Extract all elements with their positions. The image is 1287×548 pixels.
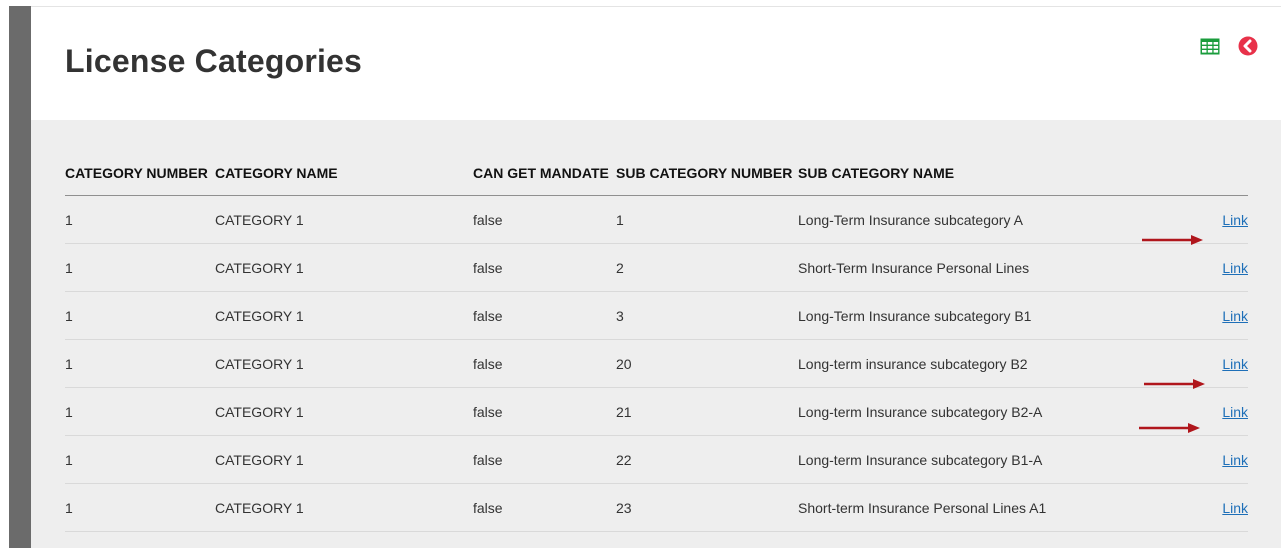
content-area: CATEGORY NUMBER CATEGORY NAME CAN GET MA…	[31, 120, 1281, 548]
row-link[interactable]: Link	[1222, 356, 1248, 372]
cell-category-name: CATEGORY 1	[215, 483, 473, 532]
side-strip	[9, 6, 31, 548]
cell-link: Link	[1198, 435, 1248, 484]
cell-category-number: 1	[65, 291, 215, 340]
cell-category-name: CATEGORY 1	[215, 291, 473, 340]
cell-sub-category-name: Long-term Insurance subcategory B1-A	[798, 435, 1198, 484]
row-link[interactable]: Link	[1222, 260, 1248, 276]
cell-sub-category-name: Long-term Insurance subcategory B2-A	[798, 387, 1198, 436]
cell-category-number: 1	[65, 339, 215, 388]
header-actions	[1198, 160, 1248, 196]
cell-category-name: CATEGORY 1	[215, 339, 473, 388]
row-link[interactable]: Link	[1222, 308, 1248, 324]
page-header: License Categories	[31, 7, 1281, 120]
cell-sub-category-name: Long-term insurance subcategory B2	[798, 339, 1198, 388]
cell-link: Link	[1198, 483, 1248, 532]
header-category-name[interactable]: CATEGORY NAME	[215, 160, 473, 196]
license-categories-table: CATEGORY NUMBER CATEGORY NAME CAN GET MA…	[65, 160, 1248, 532]
cell-sub-category-name: Long-Term Insurance subcategory B1	[798, 291, 1198, 340]
cell-can-get-mandate: false	[473, 435, 616, 484]
cell-can-get-mandate: false	[473, 195, 616, 244]
cell-sub-category-name: Short-Term Insurance Personal Lines	[798, 243, 1198, 292]
cell-can-get-mandate: false	[473, 339, 616, 388]
header-sub-category-number[interactable]: SUB CATEGORY NUMBER	[616, 160, 798, 196]
table-row: 1 CATEGORY 1 false 22 Long-term Insurance su…	[65, 435, 1248, 484]
app-window: License Categories CATEGORY NUMBER CATEG…	[0, 0, 1287, 548]
cell-link: Link	[1198, 243, 1248, 292]
cell-category-name: CATEGORY 1	[215, 243, 473, 292]
cell-link: Link	[1198, 195, 1248, 244]
table-row: 1 CATEGORY 1 false 21 Long-term Insurance su…	[65, 387, 1248, 436]
header-can-get-mandate[interactable]: CAN GET MANDATE	[473, 160, 616, 196]
table-grid-icon	[1200, 38, 1220, 54]
table-row: 1 CATEGORY 1 false 3 Long-Term Insurance sub…	[65, 291, 1248, 340]
table-row: 1 CATEGORY 1 false 20 Long-term insurance su…	[65, 339, 1248, 388]
row-link[interactable]: Link	[1222, 404, 1248, 420]
cell-category-number: 1	[65, 435, 215, 484]
cell-can-get-mandate: false	[473, 291, 616, 340]
cell-category-name: CATEGORY 1	[215, 195, 473, 244]
row-link[interactable]: Link	[1222, 452, 1248, 468]
export-table-button[interactable]	[1199, 35, 1221, 57]
page-title: License Categories	[65, 43, 363, 79]
table-header-row: CATEGORY NUMBER CATEGORY NAME CAN GET MA…	[65, 160, 1248, 196]
cell-can-get-mandate: false	[473, 243, 616, 292]
cell-sub-category-number: 20	[616, 339, 798, 388]
back-button[interactable]	[1237, 35, 1259, 57]
cell-sub-category-number: 2	[616, 243, 798, 292]
cell-sub-category-number: 22	[616, 435, 798, 484]
cell-category-name: CATEGORY 1	[215, 435, 473, 484]
cell-sub-category-number: 23	[616, 483, 798, 532]
cell-link: Link	[1198, 339, 1248, 388]
table-row: 1 CATEGORY 1 false 1 Long-Term Insurance sub…	[65, 195, 1248, 244]
cell-sub-category-number: 3	[616, 291, 798, 340]
cell-can-get-mandate: false	[473, 387, 616, 436]
table-row: 1 CATEGORY 1 false 2 Short-Term Insurance Pe…	[65, 243, 1248, 292]
row-link[interactable]: Link	[1222, 212, 1248, 228]
cell-sub-category-name: Long-Term Insurance subcategory A	[798, 195, 1198, 244]
cell-link: Link	[1198, 387, 1248, 436]
header-sub-category-name[interactable]: SUB CATEGORY NAME	[798, 160, 1198, 196]
row-link[interactable]: Link	[1222, 500, 1248, 516]
header-category-number[interactable]: CATEGORY NUMBER	[65, 160, 215, 196]
cell-category-number: 1	[65, 387, 215, 436]
cell-link: Link	[1198, 291, 1248, 340]
cell-category-name: CATEGORY 1	[215, 387, 473, 436]
cell-category-number: 1	[65, 483, 215, 532]
circle-chevron-left-icon	[1238, 36, 1258, 56]
cell-can-get-mandate: false	[473, 483, 616, 532]
cell-category-number: 1	[65, 243, 215, 292]
table-row: 1 CATEGORY 1 false 23 Short-term Insurance P…	[65, 483, 1248, 532]
cell-sub-category-number: 1	[616, 195, 798, 244]
cell-sub-category-number: 21	[616, 387, 798, 436]
cell-sub-category-name: Short-term Insurance Personal Lines A1	[798, 483, 1198, 532]
cell-category-number: 1	[65, 195, 215, 244]
